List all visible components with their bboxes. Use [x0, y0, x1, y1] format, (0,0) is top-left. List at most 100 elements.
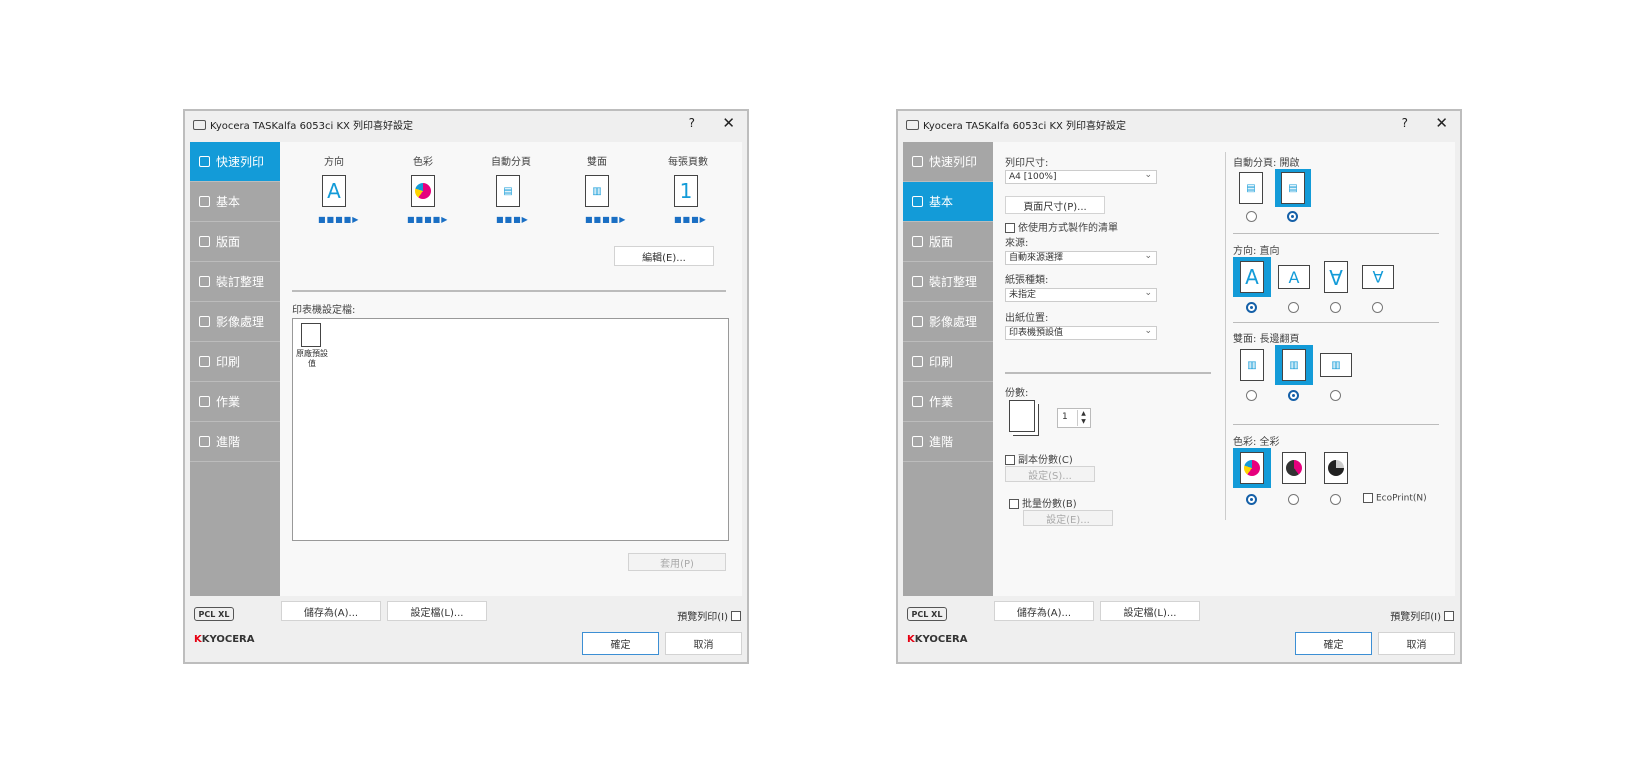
collate-on-tile[interactable]: ▤: [1275, 169, 1311, 207]
sidebar-label: 裝訂整理: [216, 275, 265, 289]
edit-button[interactable]: 編輯(E)...: [614, 246, 714, 266]
close-icon[interactable]: ✕: [1435, 114, 1448, 132]
simplex-tile[interactable]: ▥: [1233, 345, 1271, 385]
media-type-label: 紙張種類:: [1005, 275, 1049, 286]
use-with-app-checkbox[interactable]: [1005, 223, 1015, 233]
sidebar-item-advanced[interactable]: 進階: [190, 422, 280, 462]
orientation-glyph: A: [327, 179, 341, 203]
batch-checkbox[interactable]: [1009, 499, 1019, 509]
duplex-short-edge-tile[interactable]: ▥: [1317, 345, 1355, 385]
carousel-dots[interactable]: ■■■▶: [496, 215, 529, 224]
staple-icon: [912, 276, 923, 287]
page-size-button[interactable]: 頁面尺寸(P)...: [1005, 196, 1105, 214]
full-color-tile[interactable]: [1233, 448, 1271, 488]
sidebar-label: 版面: [929, 235, 954, 249]
sidebar-item-finishing[interactable]: 裝訂整理: [903, 262, 993, 302]
auto-color-radio[interactable]: [1288, 494, 1299, 505]
landscape-radio[interactable]: [1288, 302, 1299, 313]
sidebar-item-layout[interactable]: 版面: [190, 222, 280, 262]
ok-button[interactable]: 確定: [582, 632, 659, 655]
profiles-button[interactable]: 設定檔(L)...: [1100, 601, 1200, 621]
simplex-radio[interactable]: [1246, 390, 1257, 401]
sidebar-item-job[interactable]: 作業: [190, 382, 280, 422]
close-icon[interactable]: ✕: [722, 114, 735, 132]
sidebar-item-job[interactable]: 作業: [903, 382, 993, 422]
copy-count-label: 副本份數(C): [1018, 455, 1073, 466]
sidebar-item-imaging[interactable]: 影像處理: [903, 302, 993, 342]
collate-off-radio[interactable]: [1246, 211, 1257, 222]
sidebar-item-basic[interactable]: 基本: [903, 182, 993, 222]
cancel-button[interactable]: 取消: [665, 632, 742, 655]
staple-icon: [199, 276, 210, 287]
portrait-tile[interactable]: A: [1233, 257, 1271, 297]
sidebar-item-layout[interactable]: 版面: [903, 222, 993, 262]
duplex-short-edge-radio[interactable]: [1330, 390, 1341, 401]
batch-option[interactable]: 批量份數(B): [1009, 495, 1077, 510]
rotated-landscape-radio[interactable]: [1372, 302, 1383, 313]
sidebar-item-quick-print[interactable]: 快速列印: [903, 142, 993, 182]
sidebar-item-imaging[interactable]: 影像處理: [190, 302, 280, 342]
collate-off-tile[interactable]: ▤: [1233, 169, 1269, 207]
landscape-tile[interactable]: A: [1275, 257, 1313, 297]
sidebar-item-publishing[interactable]: 印刷: [190, 342, 280, 382]
apply-button[interactable]: 套用(P): [628, 553, 726, 571]
print-preview-option[interactable]: 預覽列印(I): [677, 608, 741, 623]
portrait-radio[interactable]: [1246, 302, 1257, 313]
ok-button[interactable]: 確定: [1295, 632, 1372, 655]
pages-per-sheet-icon: 1: [674, 175, 698, 207]
help-button[interactable]: ?: [1402, 116, 1408, 130]
auto-color-tile[interactable]: [1275, 448, 1313, 488]
collated-icon: ▤: [1281, 172, 1305, 204]
black-white-tile[interactable]: [1317, 448, 1355, 488]
ecoprint-checkbox[interactable]: [1363, 493, 1373, 503]
pages-per-sheet-tile[interactable]: 1: [671, 172, 701, 210]
copies-stepper[interactable]: 1 ▲ ▼: [1057, 408, 1091, 428]
save-as-button[interactable]: 儲存為(A)...: [281, 601, 381, 621]
source-select[interactable]: 自動來源選擇: [1005, 250, 1157, 265]
duplex-tile[interactable]: ▥: [582, 172, 612, 210]
orientation-tile[interactable]: A: [319, 172, 349, 210]
carousel-dots[interactable]: ■■■■▶: [407, 215, 448, 224]
sidebar-item-basic[interactable]: 基本: [190, 182, 280, 222]
stepper-arrows-icon[interactable]: ▲ ▼: [1077, 410, 1089, 426]
copy-settings-button[interactable]: 設定(S)...: [1005, 466, 1095, 482]
help-button[interactable]: ?: [689, 116, 695, 130]
sidebar-item-publishing[interactable]: 印刷: [903, 342, 993, 382]
print-preview-option[interactable]: 預覽列印(I): [1390, 608, 1454, 623]
print-size-label: 列印尺寸:: [1005, 158, 1049, 169]
preview-checkbox[interactable]: [731, 610, 741, 621]
rotated-portrait-tile[interactable]: A: [1317, 257, 1355, 297]
duplex-long-edge-tile[interactable]: ▥: [1275, 345, 1313, 385]
profiles-list[interactable]: 原廠預設值: [292, 318, 729, 541]
carousel-dots[interactable]: ■■■■▶: [585, 215, 626, 224]
use-with-app-option[interactable]: 依使用方式製作的清單: [1005, 219, 1118, 234]
sidebar-item-advanced[interactable]: 進階: [903, 422, 993, 462]
profile-item-label[interactable]: 原廠預設值: [295, 349, 329, 369]
collate-on-radio[interactable]: [1287, 211, 1298, 222]
cancel-button[interactable]: 取消: [1378, 632, 1455, 655]
duplex-long-edge-radio[interactable]: [1288, 390, 1299, 401]
preview-checkbox[interactable]: [1444, 610, 1454, 621]
sidebar-item-finishing[interactable]: 裝訂整理: [190, 262, 280, 302]
rotated-landscape-tile[interactable]: A: [1359, 257, 1397, 297]
black-white-radio[interactable]: [1330, 494, 1341, 505]
copy-count-checkbox[interactable]: [1005, 455, 1015, 465]
color-tile[interactable]: [408, 172, 438, 210]
sidebar-item-quick-print[interactable]: 快速列印: [190, 142, 280, 182]
save-as-button[interactable]: 儲存為(A)...: [994, 601, 1094, 621]
batch-settings-button[interactable]: 設定(E)...: [1023, 510, 1113, 526]
profiles-button[interactable]: 設定檔(L)...: [387, 601, 487, 621]
ecoprint-option[interactable]: EcoPrint(N): [1363, 493, 1427, 504]
advanced-icon: [199, 436, 210, 447]
window-title: Kyocera TASKalfa 6053ci KX 列印喜好設定: [923, 121, 1127, 132]
carousel-dots[interactable]: ■■■■▶: [318, 215, 359, 224]
rotated-portrait-radio[interactable]: [1330, 302, 1341, 313]
carousel-dots[interactable]: ■■■▶: [674, 215, 707, 224]
collate-tile[interactable]: ▤: [493, 172, 523, 210]
media-type-select[interactable]: 未指定: [1005, 287, 1157, 302]
print-size-select[interactable]: A4 [100%]: [1005, 169, 1157, 184]
copy-count-option[interactable]: 副本份數(C): [1005, 451, 1073, 466]
collate-icon: ▤: [496, 175, 520, 207]
output-select[interactable]: 印表機預設值: [1005, 325, 1157, 340]
full-color-radio[interactable]: [1246, 494, 1257, 505]
